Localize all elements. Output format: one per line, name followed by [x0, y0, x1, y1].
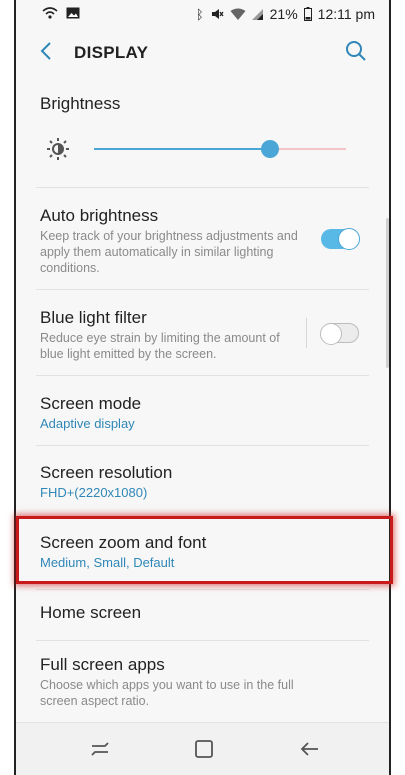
- home-icon[interactable]: [192, 737, 216, 761]
- auto-brightness-title: Auto brightness: [40, 206, 159, 225]
- home-screen-title: Home screen: [40, 603, 142, 622]
- battery-icon: [303, 7, 312, 21]
- navigation-bar: [16, 722, 389, 775]
- back-arrow-icon[interactable]: [36, 40, 58, 62]
- screen-mode-title: Screen mode: [40, 394, 142, 413]
- slider-fill: [94, 148, 271, 150]
- mute-icon: [211, 9, 224, 19]
- divider: [36, 589, 369, 590]
- phone-screen: ᛒ 21% 12:11 pm DISPLAY Brightness Auto b…: [14, 0, 393, 775]
- status-bar: ᛒ 21% 12:11 pm: [16, 0, 389, 30]
- scrollbar[interactable]: [386, 218, 389, 368]
- blue-light-toggle[interactable]: [320, 323, 359, 345]
- toolbar: DISPLAY: [16, 30, 389, 76]
- signal-icon: [251, 8, 263, 20]
- image-icon: [66, 7, 80, 19]
- full-screen-apps-desc: Choose which apps you want to use in the…: [40, 678, 294, 708]
- brightness-title: Brightness: [40, 94, 121, 113]
- page-title: DISPLAY: [74, 43, 149, 62]
- battery-percent: 21%: [269, 6, 298, 22]
- divider: [36, 289, 369, 290]
- divider: [36, 640, 369, 641]
- divider: [36, 445, 369, 446]
- search-icon[interactable]: [345, 40, 367, 62]
- wifi-calling-icon: [42, 7, 58, 19]
- blue-light-title: Blue light filter: [40, 308, 147, 327]
- recent-apps-icon[interactable]: [88, 737, 112, 761]
- brightness-slider[interactable]: [94, 139, 346, 159]
- brightness-sun-icon: [47, 138, 69, 160]
- screen-zoom-value: Medium, Small, Default: [40, 555, 175, 570]
- screen-resolution-title: Screen resolution: [40, 463, 173, 482]
- clock: 12:11 pm: [317, 6, 375, 22]
- auto-brightness-desc: Keep track of your brightness adjustment…: [40, 229, 298, 275]
- screen-mode-value: Adaptive display: [40, 416, 135, 431]
- separator: [306, 318, 307, 348]
- slider-thumb[interactable]: [261, 140, 280, 158]
- screen-resolution-value: FHD+(2220x1080): [40, 485, 148, 500]
- wifi-icon: [230, 8, 246, 20]
- screen-zoom-title: Screen zoom and font: [40, 533, 207, 552]
- auto-brightness-toggle[interactable]: [321, 228, 360, 250]
- full-screen-apps-title: Full screen apps: [40, 655, 165, 674]
- divider: [36, 375, 369, 376]
- divider: [36, 187, 369, 188]
- blue-light-desc: Reduce eye strain by limiting the amount…: [40, 331, 280, 361]
- back-icon[interactable]: [298, 737, 322, 761]
- bluetooth-icon: ᛒ: [195, 6, 204, 22]
